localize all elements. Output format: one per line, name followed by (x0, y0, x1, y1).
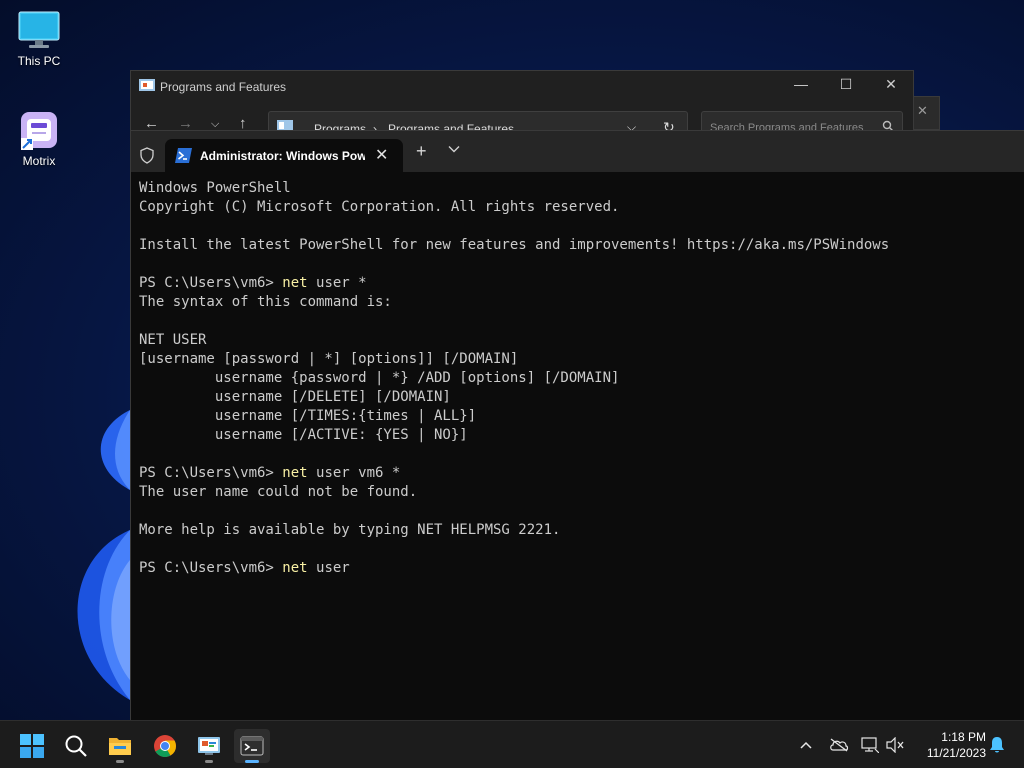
running-indicator (205, 760, 213, 763)
terminal-line: username [/ACTIVE: {YES | NO}] (139, 427, 468, 443)
maximize-button[interactable]: ☐ (831, 76, 861, 96)
windows-logo-icon (20, 734, 44, 758)
notifications-bell-icon[interactable] (989, 736, 1005, 754)
taskbar-control-panel[interactable] (191, 729, 227, 763)
terminal-command: net (282, 275, 308, 291)
terminal-tab-bar[interactable]: Administrator: Windows PowerShell ✕ + (131, 131, 1024, 172)
terminal-icon (240, 736, 264, 756)
terminal-line: NET USER (139, 332, 207, 348)
desktop-icon-label: This PC (17, 54, 61, 68)
terminal-prompt: PS C:\Users\vm6> (139, 275, 283, 291)
terminal-line: PS C:\Users\vm6> net user (139, 559, 1009, 578)
background-window-edge: ✕ (912, 96, 940, 130)
terminal-window[interactable]: Administrator: Windows PowerShell ✕ + Wi… (130, 130, 1024, 720)
terminal-line: The syntax of this command is: (139, 294, 392, 310)
terminal-line: The user name could not be found. (139, 484, 418, 500)
tab-administrator-powershell[interactable]: Administrator: Windows PowerShell ✕ (165, 139, 403, 172)
tab-title: Administrator: Windows PowerShell (200, 149, 365, 163)
minimize-button[interactable]: — (786, 76, 816, 96)
window-titlebar[interactable]: Programs and Features — ☐ ✕ (131, 71, 913, 101)
active-indicator (245, 760, 259, 763)
close-tab-icon[interactable]: ✕ (375, 145, 388, 165)
terminal-line: [username [password | *] [options]] [/DO… (139, 351, 519, 367)
show-hidden-icons-icon[interactable] (800, 741, 812, 749)
terminal-command-args: user (307, 560, 350, 576)
wallpaper-bloom (77, 410, 130, 700)
terminal-prompt: PS C:\Users\vm6> (139, 560, 283, 576)
terminal-command: net (282, 560, 308, 576)
terminal-command-args: user * (307, 275, 367, 291)
control-panel-icon (139, 79, 155, 91)
desktop-icon-this-pc[interactable]: This PC (1, 10, 77, 68)
volume-muted-icon[interactable] (886, 737, 904, 753)
terminal-line: Install the latest PowerShell for new fe… (139, 237, 890, 253)
taskbar: 1:18 PM 11/21/2023 (0, 720, 1024, 768)
chrome-icon (154, 735, 176, 757)
terminal-line: username [/TIMES:{times | ALL}] (139, 408, 477, 424)
shield-icon (140, 147, 154, 164)
taskbar-file-explorer[interactable] (102, 729, 138, 763)
terminal-line: username {password | *} /ADD [options] [… (139, 370, 620, 386)
window-title: Programs and Features (160, 80, 287, 94)
motrix-app-icon (21, 112, 57, 150)
search-icon (65, 735, 87, 757)
clock-time: 1:18 PM (941, 730, 986, 744)
network-icon[interactable] (861, 737, 879, 753)
desktop-icon-motrix[interactable]: Motrix (1, 110, 77, 168)
terminal-line: PS C:\Users\vm6> net user * (139, 274, 1009, 293)
close-button[interactable]: ✕ (876, 76, 906, 96)
terminal-prompt: PS C:\Users\vm6> (139, 465, 283, 481)
terminal-line: username [/DELETE] [/DOMAIN] (139, 389, 451, 405)
taskbar-search-button[interactable] (58, 729, 94, 763)
terminal-command: net (282, 465, 308, 481)
clock[interactable]: 1:18 PM 11/21/2023 (914, 729, 986, 761)
terminal-output[interactable]: Windows PowerShell Copyright (C) Microsof… (139, 179, 1009, 578)
terminal-line: PS C:\Users\vm6> net user vm6 * (139, 464, 1009, 483)
terminal-line: Copyright (C) Microsoft Corporation. All… (139, 199, 620, 215)
running-indicator (116, 760, 124, 763)
terminal-line: Windows PowerShell (139, 180, 291, 196)
taskbar-chrome[interactable] (147, 729, 183, 763)
taskbar-terminal[interactable] (234, 729, 270, 763)
chevron-down-icon[interactable] (448, 145, 460, 153)
folder-icon (109, 738, 131, 755)
terminal-line: More help is available by typing NET HEL… (139, 522, 561, 538)
monitor-icon (18, 11, 60, 48)
close-icon[interactable]: ✕ (917, 103, 928, 119)
desktop-icon-label: Motrix (22, 154, 56, 168)
onedrive-offline-icon[interactable] (829, 738, 849, 752)
control-panel-icon (198, 737, 220, 755)
terminal-command-args: user vm6 * (307, 465, 401, 481)
start-button[interactable] (14, 729, 50, 763)
powershell-icon (175, 148, 192, 163)
new-tab-button[interactable]: + (416, 141, 427, 162)
clock-date: 11/21/2023 (926, 746, 986, 760)
